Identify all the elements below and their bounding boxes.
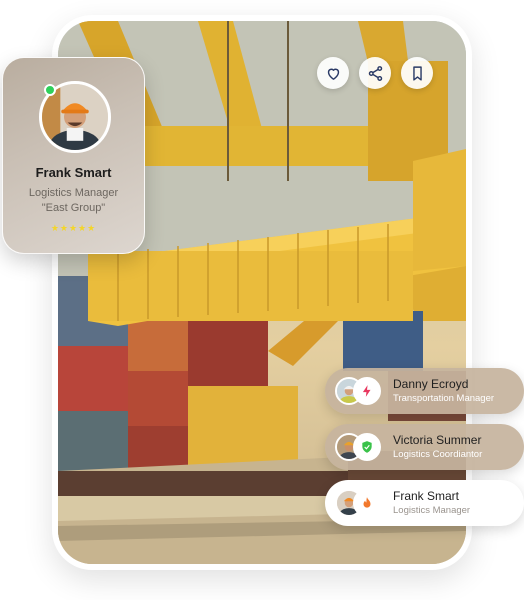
contact-role: Logistics Manager [393,504,471,516]
rating-stars: ★★★★★ [50,223,97,233]
profile-group: "East Group" [41,202,106,214]
contact-name: Victoria Summer [393,432,482,447]
online-status-indicator [44,84,56,96]
contact-role: Transportation Manager [393,392,495,404]
share-icon [368,65,382,81]
contact-card[interactable]: Danny Ecroyd Transportation Manager [325,368,524,414]
photo-actions [317,57,433,89]
shield-check-icon [353,433,381,461]
contact-role: Logistics Coordiantor [393,448,483,460]
profile-card[interactable]: Frank Smart Logistics Manager "East Grou… [2,57,145,254]
bookmark-button[interactable] [401,57,433,89]
lightning-icon [353,377,381,405]
bookmark-icon [412,65,422,81]
contact-name: Danny Ecroyd [393,376,469,391]
flame-icon [353,489,381,517]
like-button[interactable] [317,57,349,89]
contact-avatars [335,433,385,461]
profile-name: Frank Smart [35,165,112,180]
share-button[interactable] [359,57,391,89]
contact-avatars [335,377,385,405]
contact-avatars [335,489,385,517]
contact-card[interactable]: Victoria Summer Logistics Coordiantor [325,424,524,470]
contact-card[interactable]: Frank Smart Logistics Manager [325,480,524,526]
contact-name: Frank Smart [393,488,460,503]
profile-role: Logistics Manager [28,187,119,199]
heart-icon [327,68,339,80]
